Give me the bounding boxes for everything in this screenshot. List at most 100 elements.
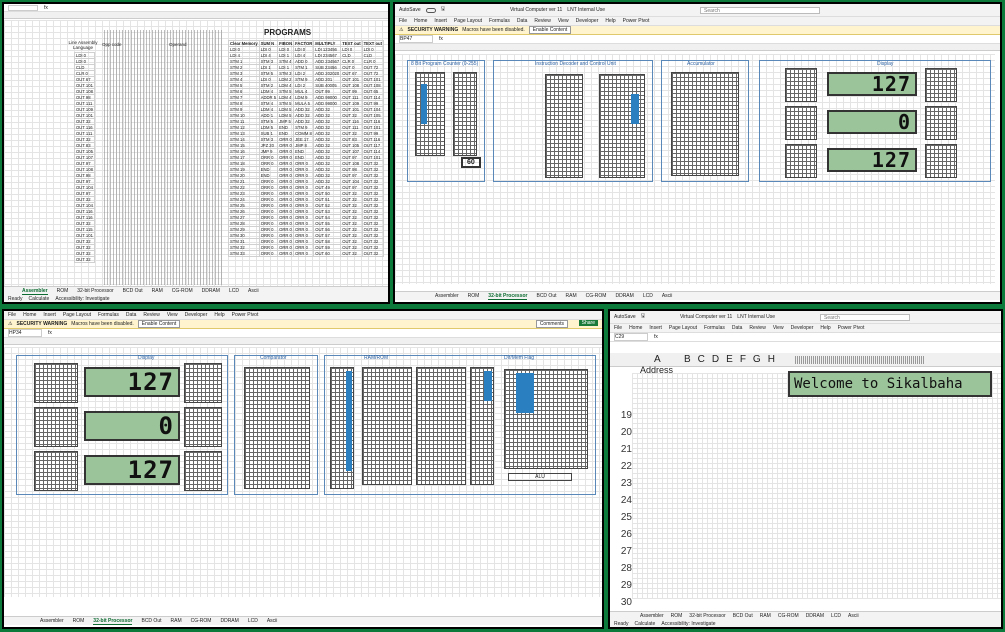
menu-view[interactable]: View [167,312,178,318]
save-icon[interactable]: 🖫 [441,6,445,14]
program-cell[interactable]: COMM 8 [293,130,315,137]
sheet-tab-assembler[interactable]: Assembler [40,618,64,624]
program-cell[interactable]: OUT 109 [340,100,363,107]
program-cell[interactable]: OUT 107 [340,148,363,155]
sheet-tab-assembler[interactable]: Assembler [22,288,48,295]
program-cell[interactable]: SUB 40005 [313,82,342,89]
sheet-tab-cg-rom[interactable]: CG-ROM [778,613,799,619]
row-27-header[interactable]: 27 [610,543,632,560]
sheet-tab-lcd[interactable]: LCD [643,293,653,299]
program-cell[interactable]: LDM 5 [277,112,295,119]
program-cell[interactable]: OUT 108 [361,82,385,89]
sheet-tab-cg-rom[interactable]: CG-ROM [191,618,212,624]
program-cell[interactable]: ORR 0 [277,220,295,227]
program-cell[interactable]: LDM 4 [277,94,295,101]
sheet-tab-bcd-out[interactable]: BCD Out [123,288,143,294]
menu-home[interactable]: Home [629,325,642,331]
asm-cell[interactable]: OUT 116 [74,208,95,215]
program-cell[interactable]: OUT 108 [340,160,363,167]
program-cell[interactable]: STM 33 [228,250,260,257]
program-cell[interactable]: OUT 101 [361,154,385,161]
menu-review[interactable]: Review [143,312,159,318]
program-cell[interactable]: OUT 111 [340,94,363,101]
menu-view[interactable]: View [773,325,784,331]
sheet-tab-ram[interactable]: RAM [566,293,577,299]
menu-insert[interactable]: Insert [434,18,447,24]
search-box[interactable]: Search [700,6,820,14]
program-cell[interactable]: STM 4 [277,58,295,65]
sheet-tab-ascii[interactable]: Ascii [848,613,859,619]
status-accessibility[interactable]: Accessibility: Investigate [661,621,715,627]
program-cell[interactable]: ORR 0 [277,172,295,179]
program-cell[interactable]: OUT 101 [340,76,363,83]
row-20-header[interactable]: 20 [610,424,632,441]
sheet-tab-rom[interactable]: ROM [468,293,480,299]
menu-home[interactable]: Home [23,312,36,318]
menu-data[interactable]: Data [517,18,528,24]
sheet-tab-cg-rom[interactable]: CG-ROM [172,288,193,294]
program-cell[interactable]: ADD 99000 [313,94,342,101]
program-cell[interactable]: ORR 0 [277,154,295,161]
menu-home[interactable]: Home [414,18,427,24]
asm-cell[interactable]: OUT 101 [74,232,95,239]
name-box[interactable]: BP47 [399,35,433,43]
program-cell[interactable]: OUT 101 [361,76,385,83]
program-cell[interactable]: OUT 60 [313,250,342,257]
lcd-grid[interactable] [632,373,1001,599]
program-cell[interactable]: LDM 5 [277,106,295,113]
program-cell[interactable]: STM 5 [277,88,295,95]
program-cell[interactable]: ADD 99000 [313,100,342,107]
menu-data[interactable]: Data [126,312,137,318]
sheet-tab-ram[interactable]: RAM [171,618,182,624]
comments-button[interactable]: Comments [535,320,568,328]
program-cell[interactable]: ADD 202020 [313,70,342,77]
program-cell[interactable]: ORR 0 [277,166,295,173]
enable-content-button[interactable]: Enable Content [137,320,181,328]
asm-cell[interactable]: OUT 111 [74,130,95,137]
program-cell[interactable]: ORR 0 [277,148,295,155]
sheet-tab-32-bit-processor[interactable]: 32-bit Processor [689,613,725,619]
column-d-header[interactable]: D [712,354,719,365]
sheet-tab-ascii[interactable]: Ascii [267,618,278,624]
program-cell[interactable]: ORR 0 [277,208,295,215]
program-cell[interactable]: STM 3 [277,70,295,77]
sheet-tab-ram[interactable]: RAM [760,613,771,619]
sheet-tab-ddram[interactable]: DDRAM [806,613,824,619]
program-cell[interactable]: ORR 0 [277,214,295,221]
menu-help[interactable]: Help [214,312,224,318]
row-23-header[interactable]: 23 [610,475,632,492]
program-cell[interactable]: ORR 0 [277,226,295,233]
program-cell[interactable]: ADD 234567 [313,58,342,65]
program-cell[interactable]: OUT 104 [361,106,385,113]
menu-formulas[interactable]: Formulas [704,325,725,331]
sheet-tab-bcd-out[interactable]: BCD Out [733,613,753,619]
sheet-tab-lcd[interactable]: LCD [248,618,258,624]
row-21-header[interactable]: 21 [610,441,632,458]
program-cell[interactable]: LDM 4 [277,82,295,89]
program-cell[interactable]: LDI 234567 [313,52,342,59]
share-button[interactable]: Share [578,320,598,326]
asm-cell[interactable]: OUT 104 [74,202,95,209]
program-cell[interactable]: ORR 0 [277,136,295,143]
sheet-tab-32-bit-processor[interactable]: 32-bit Processor [488,293,528,300]
program-cell[interactable]: OUT 32 [340,250,363,257]
program-cell[interactable]: LDI 123456 [313,46,342,53]
menu-view[interactable]: View [558,18,569,24]
program-cell[interactable]: ORR 0 [277,250,295,257]
program-cell[interactable]: OUT 101 [361,124,385,131]
sheet-tab-32-bit-processor[interactable]: 32-bit Processor [93,618,133,625]
asm-cell[interactable]: OUT 109 [74,106,95,113]
program-cell[interactable]: ORR 0 [277,142,295,149]
enable-content-button[interactable]: Enable Content [528,26,572,34]
asm-cell[interactable]: OUT 32 [74,256,95,263]
menu-formulas[interactable]: Formulas [489,18,510,24]
asm-cell[interactable]: OUT 104 [74,184,95,191]
menu-file[interactable]: File [8,312,16,318]
asm-cell[interactable]: OUT 101 [74,112,95,119]
menu-insert[interactable]: Insert [43,312,56,318]
autosave-toggle[interactable] [425,7,436,13]
asm-cell[interactable]: OUT 107 [74,154,95,161]
column-e-header[interactable]: E [726,354,733,365]
menu-file[interactable]: File [614,325,622,331]
menu-power-pivot[interactable]: Power Pivot [838,325,865,331]
